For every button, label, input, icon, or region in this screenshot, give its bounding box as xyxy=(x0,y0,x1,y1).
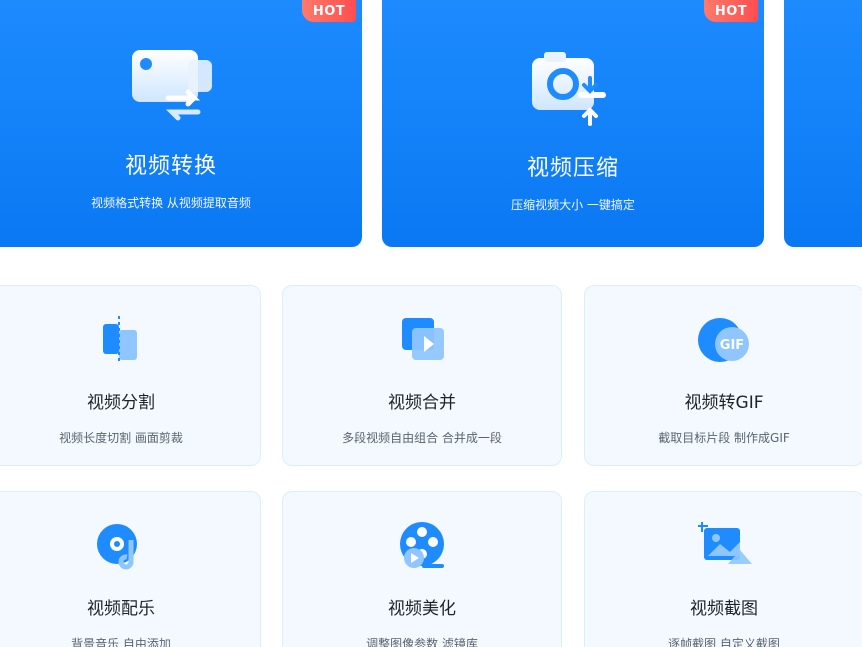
video-convert-card[interactable]: HOT 视频转换 视频格式转换 从视频提取音频 xyxy=(0,0,362,247)
svg-text:GIF: GIF xyxy=(720,338,744,353)
screenshot-image-icon xyxy=(698,522,752,564)
video-music-card[interactable]: 视频配乐 背景音乐 自由添加 xyxy=(0,491,261,647)
feature-title: 视频转换 xyxy=(124,154,217,179)
feature-card-partial[interactable] xyxy=(784,0,862,247)
tools-page: HOT 视频转换 视频格式转换 从视频提取音频 HOT 视频压缩 压缩视频大小 … xyxy=(0,0,862,647)
video-to-gif-card[interactable]: GIF 视频转GIF 截取目标片段 制作成GIF xyxy=(584,285,862,466)
feature-subtitle: 压缩视频大小 一键搞定 xyxy=(511,198,635,212)
video-compress-card[interactable]: HOT 视频压缩 压缩视频大小 一键搞定 xyxy=(382,0,764,247)
tool-title: 视频配乐 xyxy=(87,599,155,619)
gif-icon: GIF xyxy=(698,318,749,362)
tool-subtitle: 截取目标片段 制作成GIF xyxy=(658,431,790,445)
tool-title: 视频截图 xyxy=(690,599,758,619)
video-screenshot-card[interactable]: 视频截图 逐帧截图 自定义截图 xyxy=(584,491,862,647)
tool-subtitle: 调整图像参数 滤镜库 xyxy=(366,637,478,647)
video-split-icon xyxy=(103,316,137,364)
tool-subtitle: 多段视频自由组合 合并成一段 xyxy=(342,431,502,445)
film-reel-icon xyxy=(400,522,444,568)
video-merge-card[interactable]: 视频合并 多段视频自由组合 合并成一段 xyxy=(282,285,562,466)
video-split-card[interactable]: 视频分割 视频长度切割 画面剪裁 xyxy=(0,285,261,466)
tool-title: 视频转GIF xyxy=(684,393,764,413)
music-disc-icon xyxy=(97,524,137,570)
feature-title: 视频压缩 xyxy=(526,156,619,181)
tool-subtitle: 逐帧截图 自定义截图 xyxy=(668,637,780,647)
feature-subtitle: 视频格式转换 从视频提取音频 xyxy=(91,196,251,210)
hot-badge: HOT xyxy=(704,0,758,22)
tool-title: 视频分割 xyxy=(87,393,155,413)
tool-subtitle: 视频长度切割 画面剪裁 xyxy=(59,431,183,445)
tool-title: 视频合并 xyxy=(388,393,456,413)
tool-subtitle: 背景音乐 自由添加 xyxy=(71,637,171,647)
video-convert-icon xyxy=(132,50,212,121)
video-beautify-card[interactable]: 视频美化 调整图像参数 滤镜库 xyxy=(282,491,562,647)
tool-title: 视频美化 xyxy=(388,599,456,619)
hot-badge: HOT xyxy=(302,0,356,22)
video-merge-icon xyxy=(402,318,444,360)
video-compress-icon xyxy=(532,52,606,126)
